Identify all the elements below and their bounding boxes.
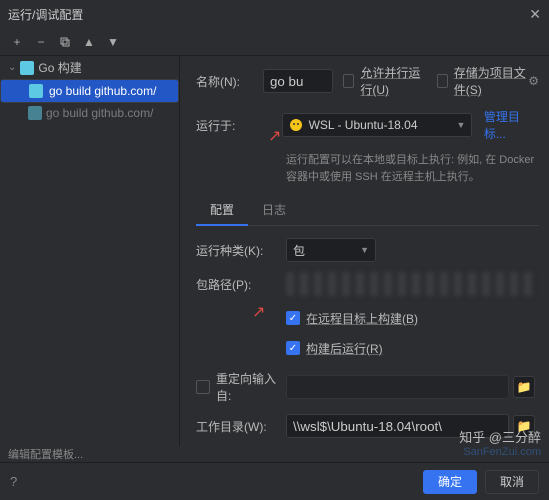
run-after-build-label: 构建后运行(R) [306, 340, 383, 357]
watermark: 知乎 @三分醉 SanFenZui.com [459, 427, 541, 458]
allow-parallel-checkbox[interactable] [343, 74, 354, 88]
workdir-label: 工作目录(W): [196, 418, 286, 435]
tab-logs[interactable]: 日志 [248, 195, 300, 225]
package-path-label: 包路径(P): [196, 276, 286, 293]
tab-config[interactable]: 配置 [196, 195, 248, 226]
config-tree: ⌄ Go 构建 go build github.com/ go build gi… [0, 56, 180, 446]
go-icon [29, 84, 43, 98]
redirect-input-label: 重定向输入自: [216, 370, 286, 404]
manage-targets-link[interactable]: 管理目标... [484, 108, 539, 142]
up-icon[interactable]: ▲ [78, 31, 100, 53]
remove-icon[interactable]: − [30, 31, 52, 53]
chevron-down-icon: ▼ [360, 245, 369, 255]
run-kind-value: 包 [293, 242, 305, 259]
run-target-value: WSL - Ubuntu-18.04 [309, 118, 418, 132]
go-icon [28, 106, 42, 120]
allow-parallel-label: 允许并行运行(U) [360, 64, 426, 98]
redirect-input-field[interactable] [286, 375, 509, 399]
add-icon[interactable]: + [6, 31, 28, 53]
hint-text: 运行配置可以在本地或目标上执行: 例如, 在 Docker 容器中或使用 SSH… [286, 152, 539, 185]
tree-item-dim[interactable]: go build github.com/ [0, 103, 179, 123]
name-label: 名称(N): [196, 73, 263, 90]
folder-icon[interactable]: 📁 [513, 376, 535, 398]
down-icon[interactable]: ▼ [102, 31, 124, 53]
go-icon [20, 61, 34, 75]
redirect-input-checkbox[interactable] [196, 380, 210, 394]
linux-icon [289, 118, 303, 132]
store-file-label: 存储为项目文件(S) [454, 64, 528, 98]
cancel-button[interactable]: 取消 [485, 470, 539, 494]
ok-button[interactable]: 确定 [423, 470, 477, 494]
tree-root-label: Go 构建 [38, 59, 81, 76]
gear-icon[interactable]: ⚙ [528, 74, 539, 88]
store-file-checkbox[interactable] [437, 74, 448, 88]
name-input[interactable] [263, 69, 333, 93]
chevron-down-icon: ▼ [457, 120, 466, 130]
run-target-select[interactable]: WSL - Ubuntu-18.04 ▼ [282, 113, 473, 137]
tree-item-active[interactable]: go build github.com/ [0, 79, 179, 103]
tree-item-label: go build github.com/ [46, 106, 153, 120]
annotation-arrow: ↗ [268, 126, 281, 146]
copy-icon[interactable] [54, 31, 76, 53]
build-remote-checkbox[interactable]: ✓ [286, 311, 300, 325]
chevron-down-icon: ⌄ [8, 62, 16, 73]
dialog-title: 运行/调试配置 [8, 6, 529, 23]
tree-item-label: go build github.com/ [49, 84, 156, 98]
package-path-input[interactable] [286, 272, 535, 296]
tree-root-go[interactable]: ⌄ Go 构建 [0, 56, 179, 79]
help-icon[interactable]: ? [10, 474, 17, 489]
close-icon[interactable]: ✕ [529, 6, 541, 23]
run-kind-label: 运行种类(K): [196, 242, 286, 259]
annotation-arrow: ↗ [252, 302, 265, 322]
build-remote-label: 在远程目标上构建(B) [306, 310, 418, 327]
run-after-build-checkbox[interactable]: ✓ [286, 341, 300, 355]
edit-templates-link[interactable]: 编辑配置模板... [8, 449, 83, 461]
run-kind-select[interactable]: 包 ▼ [286, 238, 376, 262]
